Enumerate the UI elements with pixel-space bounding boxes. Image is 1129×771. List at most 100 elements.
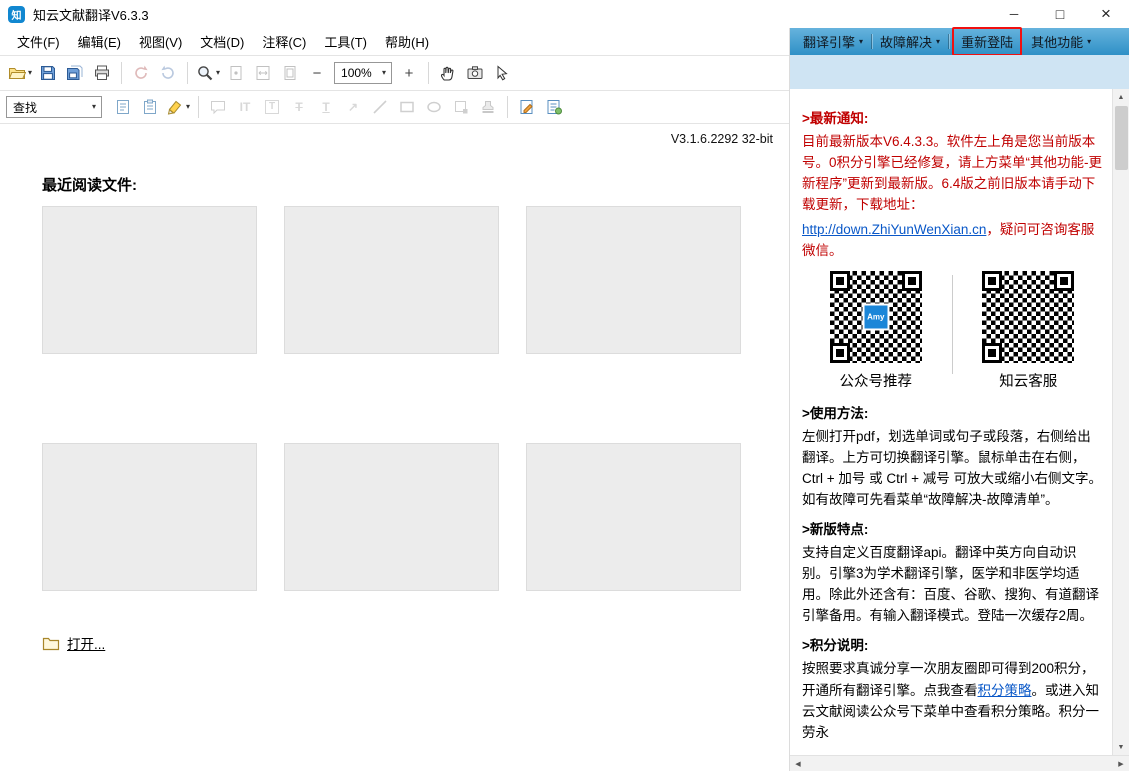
- ellipse-button: [421, 94, 447, 120]
- copy-page-button[interactable]: [110, 94, 136, 120]
- manage-annotations-button[interactable]: [541, 94, 567, 120]
- folder-icon: [42, 636, 60, 651]
- menu-file[interactable]: 文件(F): [8, 28, 69, 55]
- highlighter-button[interactable]: ▾: [164, 94, 192, 120]
- print-icon: [93, 64, 111, 82]
- engine-version-label: V3.1.6.2292 32-bit: [671, 132, 773, 146]
- clipboard-icon: [114, 98, 132, 116]
- select-tool-button[interactable]: [489, 60, 515, 86]
- relogin-highlight-box: 重新登陆: [952, 27, 1022, 56]
- menu-view[interactable]: 视图(V): [130, 28, 191, 55]
- points-policy-link[interactable]: 积分策略: [978, 683, 1032, 698]
- marquee-zoom-button[interactable]: ▾: [194, 60, 222, 86]
- textbox-icon: T: [265, 100, 279, 114]
- panel-body: >最新通知: 目前最新版本V6.4.3.3。软件左上角是您当前版本号。0积分引擎…: [790, 89, 1129, 755]
- rectangle-button: [394, 94, 420, 120]
- underline-icon: T: [322, 101, 329, 113]
- zoom-in-button[interactable]: +: [396, 60, 422, 86]
- toolbar-separator: [121, 62, 122, 84]
- recent-file-tile[interactable]: [284, 206, 499, 354]
- scroll-left-icon[interactable]: ◀: [790, 756, 806, 771]
- scroll-right-icon[interactable]: ▶: [1113, 756, 1129, 771]
- notice-paragraph: 目前最新版本V6.4.3.3。软件左上角是您当前版本号。0积分引擎已经修复，请上…: [802, 131, 1102, 215]
- menu-annotation[interactable]: 注释(C): [253, 28, 315, 55]
- qr-divider: [952, 275, 953, 374]
- recent-file-tile[interactable]: [42, 443, 257, 591]
- comment-button: [205, 94, 231, 120]
- qr-finder-icon: [902, 271, 922, 291]
- recent-file-tile[interactable]: [526, 443, 741, 591]
- comment-icon: [209, 98, 227, 116]
- scroll-up-icon[interactable]: ▲: [1113, 89, 1129, 105]
- find-value: 查找: [13, 99, 37, 116]
- chevron-down-icon: ▾: [859, 38, 863, 46]
- vertical-scrollbar[interactable]: ▲ ▼: [1112, 89, 1129, 755]
- arrow-ne-icon: ↗: [348, 101, 358, 113]
- hand-tool-button[interactable]: [435, 60, 461, 86]
- recent-file-tile[interactable]: [526, 206, 741, 354]
- annotation-list-icon: [545, 98, 563, 116]
- menu-tools[interactable]: 工具(T): [315, 28, 376, 55]
- vertical-scroll-thumb[interactable]: [1115, 106, 1128, 170]
- minimize-button[interactable]: ─: [991, 0, 1037, 28]
- usage-paragraph: 左侧打开pdf，划选单词或句子或段落，右侧给出翻译。上方可切换翻译引擎。鼠标单击…: [802, 426, 1102, 510]
- rotate-left-button: [128, 60, 154, 86]
- app-logo-icon: 知: [8, 6, 25, 23]
- menu-edit[interactable]: 编辑(E): [69, 28, 130, 55]
- tab-translation-engine[interactable]: 翻译引擎 ▾: [796, 29, 870, 54]
- fit-width-icon: [254, 64, 272, 82]
- window-title: 知云文献翻译V6.3.3: [33, 5, 149, 24]
- qr-block-official-account: Amy 公众号推荐: [802, 271, 950, 394]
- toolbar-main: ▾: [0, 55, 789, 90]
- menu-document[interactable]: 文档(D): [191, 28, 253, 55]
- tab-relogin[interactable]: 重新登陆: [954, 29, 1020, 54]
- menu-help[interactable]: 帮助(H): [376, 28, 438, 55]
- zoom-combobox-chevron-icon[interactable]: ▾: [382, 69, 386, 77]
- highlighter-menu-chevron-icon[interactable]: ▾: [186, 103, 190, 111]
- typewriter-icon: IT: [240, 101, 251, 113]
- stamp-icon: [479, 98, 497, 116]
- fit-page-icon: [281, 64, 299, 82]
- open-menu-chevron-icon[interactable]: ▾: [28, 69, 32, 77]
- minus-icon: −: [313, 66, 322, 81]
- horizontal-scrollbar[interactable]: ◀ ▶: [790, 755, 1129, 771]
- open-file-row[interactable]: 打开...: [42, 633, 789, 653]
- recent-file-tile[interactable]: [284, 443, 499, 591]
- open-button[interactable]: ▾: [6, 60, 34, 86]
- print-button[interactable]: [89, 60, 115, 86]
- edit-annotation-button[interactable]: [514, 94, 540, 120]
- tab-troubleshoot[interactable]: 故障解决 ▾: [873, 29, 947, 54]
- find-combobox[interactable]: 查找 ▾: [6, 96, 102, 118]
- menubar: 文件(F) 编辑(E) 视图(V) 文档(D) 注释(C) 工具(T) 帮助(H…: [0, 28, 789, 55]
- scroll-down-icon[interactable]: ▼: [1113, 739, 1129, 755]
- zoom-level-combobox[interactable]: 100% ▾: [334, 62, 392, 84]
- points-heading: >积分说明:: [802, 635, 1102, 656]
- strikeout-icon: T: [295, 101, 302, 113]
- zoom-menu-chevron-icon[interactable]: ▾: [216, 69, 220, 77]
- maximize-button[interactable]: □: [1037, 0, 1083, 28]
- qr-finder-icon: [982, 271, 1002, 291]
- tab-label: 翻译引擎: [803, 32, 855, 51]
- snapshot-button[interactable]: [462, 60, 488, 86]
- find-combobox-chevron-icon[interactable]: ▾: [92, 103, 96, 111]
- points-paragraph: 按照要求真诚分享一次朋友圈即可得到200积分，开通所有翻译引擎。点我查看积分策略…: [802, 658, 1102, 742]
- qr-finder-icon: [1054, 271, 1074, 291]
- fit-page-button: [277, 60, 303, 86]
- recent-file-tile[interactable]: [42, 206, 257, 354]
- save-copy-button[interactable]: [62, 60, 88, 86]
- save-button[interactable]: [35, 60, 61, 86]
- app-window: 知 知云文献翻译V6.3.3 ─ □ × 文件(F) 编辑(E) 视图(V) 文…: [0, 0, 1129, 771]
- toolbar-separator: [507, 96, 508, 118]
- camera-icon: [466, 64, 484, 82]
- open-file-link[interactable]: 打开...: [67, 633, 105, 653]
- features-paragraph: 支持自定义百度翻译api。翻译中英方向自动识别。引擎3为学术翻译引擎，医学和非医…: [802, 542, 1102, 626]
- zoom-out-button[interactable]: −: [304, 60, 330, 86]
- notice-text: 目前最新版本V6.4.3.3。软件左上角是您当前版本号。0积分引擎已经修复，请上…: [802, 134, 1102, 212]
- rectangle-icon: [398, 98, 416, 116]
- toolbar-separator: [428, 62, 429, 84]
- tab-separator: [871, 34, 872, 49]
- download-link[interactable]: http://down.ZhiYunWenXian.cn: [802, 222, 986, 237]
- close-button[interactable]: ×: [1083, 0, 1129, 28]
- paste-page-button[interactable]: [137, 94, 163, 120]
- tab-other-functions[interactable]: 其他功能 ▾: [1024, 29, 1098, 54]
